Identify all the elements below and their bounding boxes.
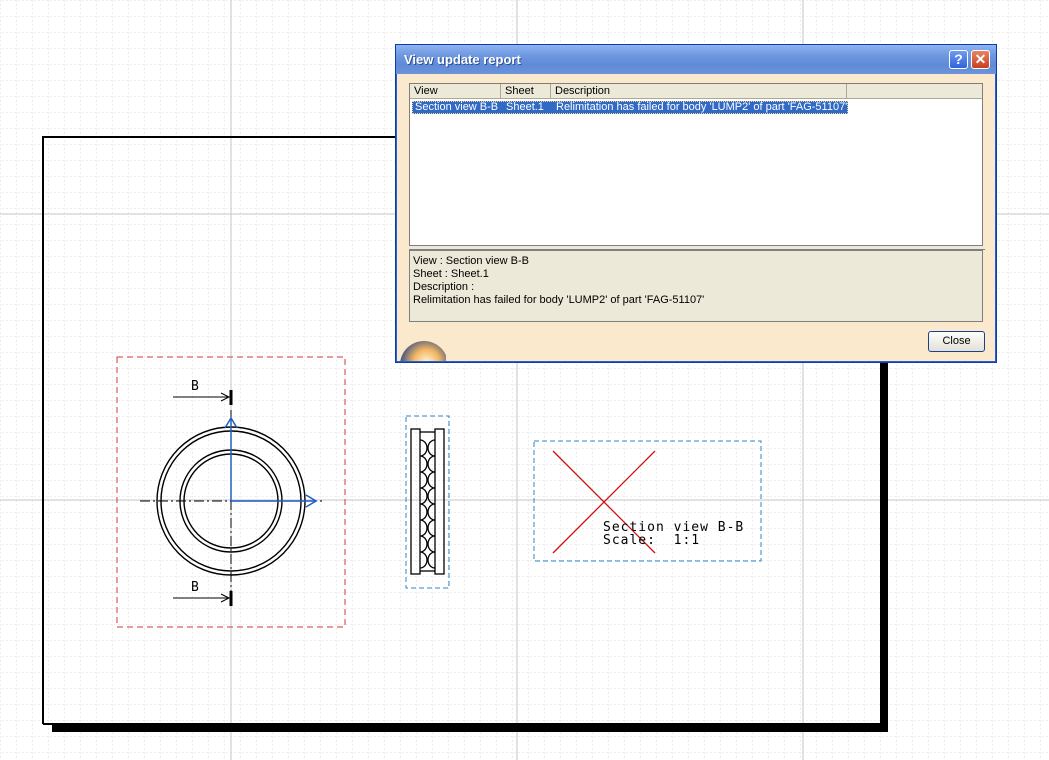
help-button[interactable]: ?	[949, 50, 968, 69]
column-header-view[interactable]: View	[410, 84, 501, 98]
help-icon: ?	[954, 51, 963, 67]
dialog-titlebar[interactable]: View update report ? ✕	[396, 45, 996, 74]
table-row[interactable]: Section view B-B Sheet.1 Relimitation ha…	[412, 101, 848, 114]
close-icon: ✕	[974, 51, 987, 67]
section-label-top: B	[191, 379, 199, 394]
details-description-label: Description :	[413, 281, 475, 293]
close-button[interactable]: Close	[928, 331, 985, 352]
section-view-scale: Scale: 1:1	[603, 533, 700, 548]
details-message: Relimitation has failed for body 'LUMP2'…	[413, 294, 705, 306]
column-header-sheet[interactable]: Sheet	[501, 84, 551, 98]
report-list-header: View Sheet Description	[410, 84, 982, 99]
row-description-cell: Relimitation has failed for body 'LUMP2'…	[556, 101, 848, 113]
details-view: View : Section view B-B	[413, 255, 529, 267]
row-sheet-cell: Sheet.1	[506, 101, 544, 113]
view-update-report-dialog[interactable]: View update report ? ✕ View Sheet Descri…	[395, 44, 997, 363]
dialog-title: View update report	[404, 52, 521, 67]
details-panel: View : Section view B-B Sheet : Sheet.1 …	[409, 250, 983, 322]
column-header-description[interactable]: Description	[551, 84, 847, 98]
details-sheet: Sheet : Sheet.1	[413, 268, 489, 280]
section-label-bottom: B	[191, 580, 199, 595]
report-list[interactable]: View Sheet Description Section view B-B …	[409, 83, 983, 246]
row-view-cell: Section view B-B	[415, 101, 499, 113]
globe-icon	[398, 335, 446, 361]
close-window-button[interactable]: ✕	[971, 50, 990, 69]
